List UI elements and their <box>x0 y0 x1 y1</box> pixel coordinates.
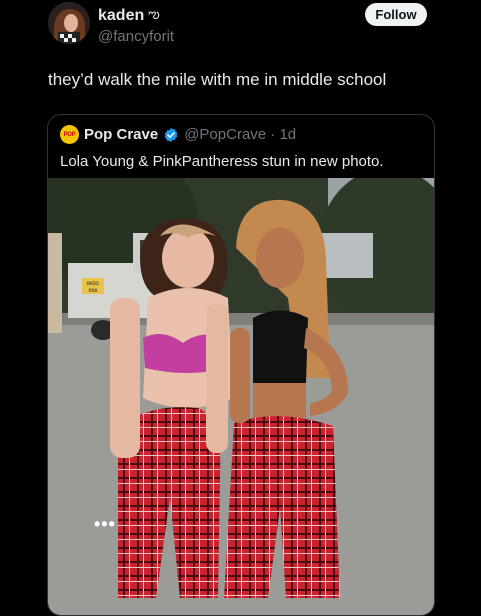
quoted-tweet-photo[interactable]: RKDS OOH <box>48 178 434 616</box>
quoted-tweet-text: Lola Young & PinkPantheress stun in new … <box>60 153 384 170</box>
verified-badge-icon <box>164 127 178 142</box>
follow-button[interactable]: Follow <box>365 3 427 26</box>
logo-text: POP <box>63 131 76 138</box>
author-name[interactable]: kaden <box>98 7 144 25</box>
quoted-tweet-header: POP Pop Crave @PopCrave · 1d <box>60 125 296 144</box>
author-avatar[interactable] <box>48 2 90 44</box>
name-emoji-icon: ఌ︎ <box>148 6 160 21</box>
quoted-author-handle-time[interactable]: @PopCrave · 1d <box>184 126 296 143</box>
more-options-icon[interactable]: ••• <box>94 514 116 535</box>
author-name-row[interactable]: kaden ఌ︎ <box>98 6 160 25</box>
quoted-author-name[interactable]: Pop Crave <box>84 126 158 143</box>
plate-line-1: RKDS <box>87 281 99 287</box>
pop-crave-logo-icon[interactable]: POP <box>60 125 79 144</box>
quoted-tweet-card[interactable]: POP Pop Crave @PopCrave · 1d Lola Young … <box>47 114 435 616</box>
avatar-image <box>48 2 90 44</box>
author-handle[interactable]: @fancyforit <box>98 28 174 45</box>
plate-line-2: OOH <box>88 288 97 294</box>
tweet-text: they’d walk the mile with me in middle s… <box>48 70 387 89</box>
